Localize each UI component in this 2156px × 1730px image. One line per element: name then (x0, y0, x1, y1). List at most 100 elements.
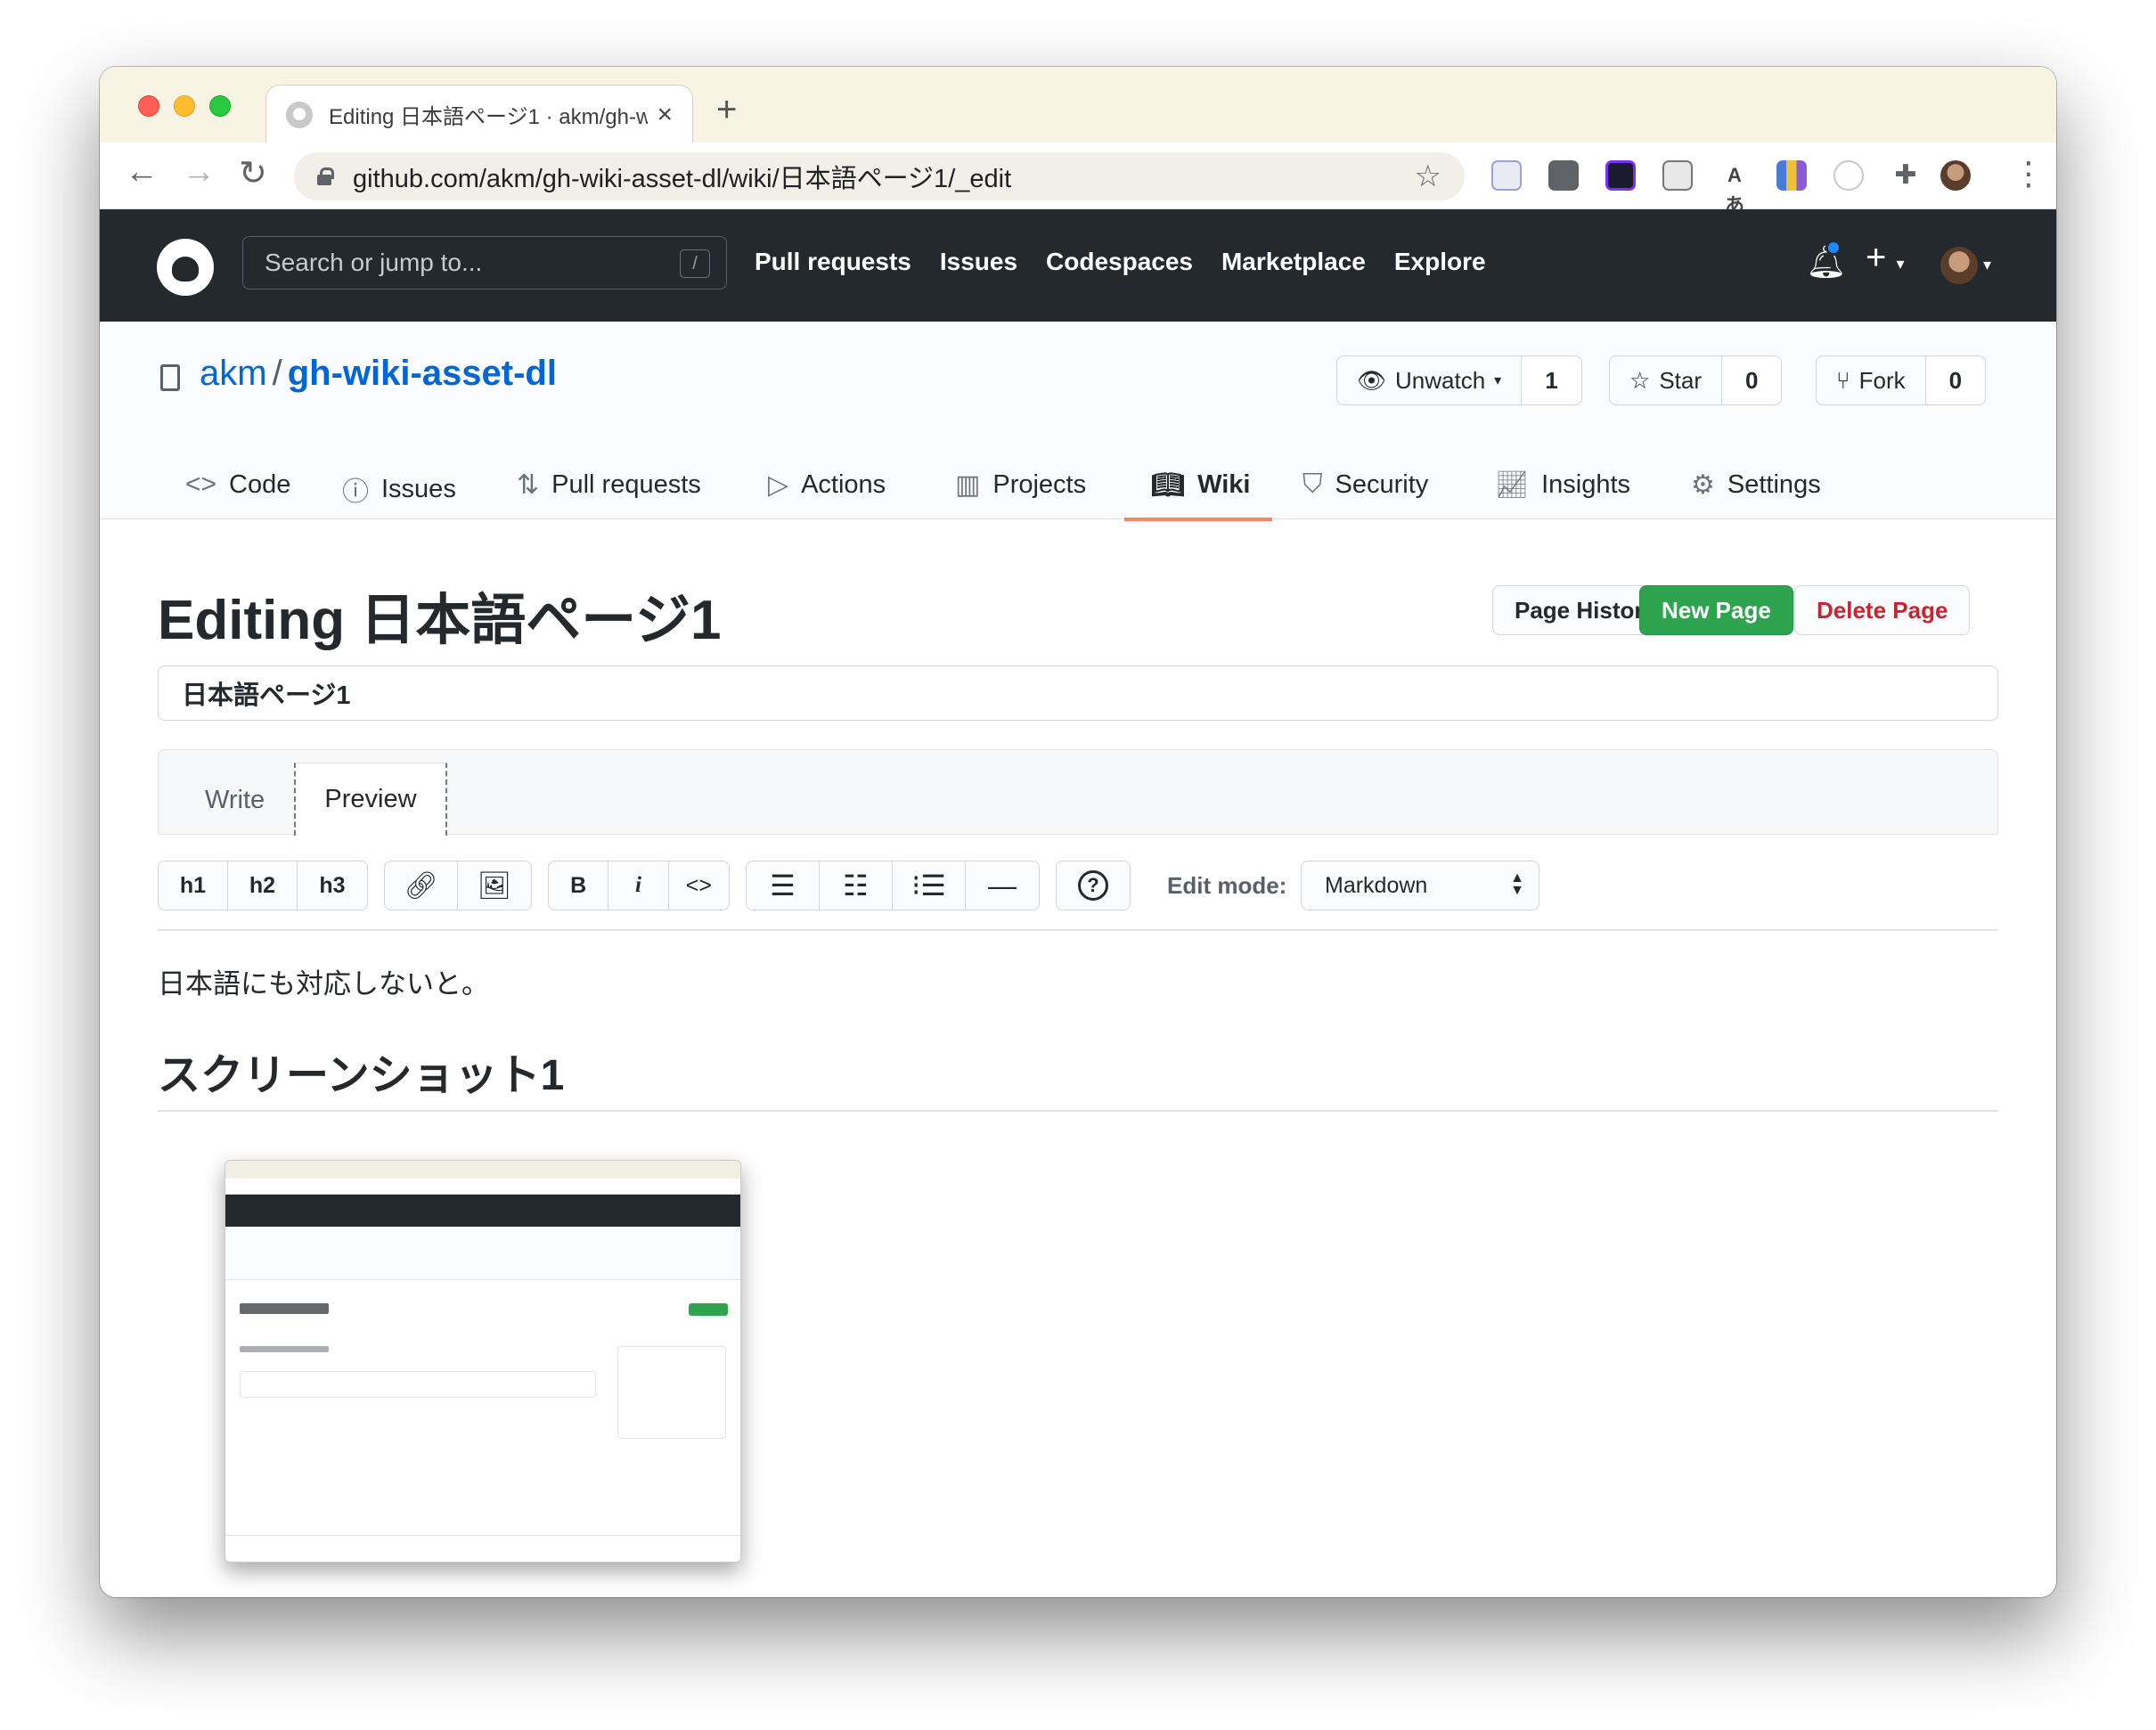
browser-toolbar: ← → ↻ github.com/akm/gh-wiki-asset-dl/wi… (100, 143, 2056, 216)
project-icon: ▥ (955, 470, 981, 500)
quote-icon[interactable]: ⁝☰ (893, 861, 966, 910)
bookmark-star-icon[interactable]: ☆ (1415, 159, 1441, 194)
graph-icon: 📈︎ (1495, 470, 1530, 500)
create-new-plus-icon[interactable]: + ▾ (1866, 238, 1905, 278)
page-title: Editing 日本語ページ1 (158, 590, 722, 651)
tab-settings[interactable]: ⚙ Settings (1691, 469, 1821, 501)
h2-button[interactable]: h2 (228, 861, 298, 910)
repo-header: akm / gh-wiki-asset-dl 👁︎ Unwatch ▾ 1 ☆ Star … (100, 322, 2056, 521)
new-page-button[interactable]: New Page (1639, 585, 1793, 635)
tab-strip: Editing 日本語ページ1 · akm/gh-wiki-asset-dl ×… (100, 67, 2056, 143)
user-avatar[interactable] (1940, 247, 1978, 284)
preview-heading: スクリーンショット1 (158, 1052, 565, 1099)
watch-count[interactable]: 1 (1522, 356, 1581, 404)
repo-owner-link[interactable]: akm (200, 354, 267, 393)
image-icon[interactable]: 🖼︎ (458, 861, 531, 910)
edit-mode-select[interactable]: Markdown ▲ ▼ (1301, 861, 1539, 910)
unwatch-button[interactable]: 👁︎ Unwatch ▾ (1337, 356, 1523, 404)
extension-icon[interactable] (1833, 160, 1864, 191)
tab-wiki[interactable]: 📖︎ Wiki (1151, 469, 1250, 501)
h1-button[interactable]: h1 (159, 861, 228, 910)
watch-button-group: 👁︎ Unwatch ▾ 1 (1336, 355, 1582, 405)
wiki-title-input[interactable]: 日本語ページ1 (158, 665, 1998, 721)
help-button-group: ? (1056, 861, 1131, 910)
bullet-list-icon[interactable]: ☰ (747, 861, 820, 910)
translate-extension-icon[interactable]: Aあ (1719, 160, 1750, 216)
calendar-extension-icon[interactable] (1662, 160, 1693, 191)
tab-insights[interactable]: 📈︎ Insights (1495, 469, 1630, 501)
tab-issues[interactable]: ⓘ Issues (342, 469, 456, 509)
close-tab-icon[interactable]: × (657, 100, 673, 130)
select-arrows-icon: ▲ ▼ (1510, 870, 1524, 898)
nav-marketplace[interactable]: Marketplace (1221, 248, 1366, 276)
bold-button[interactable]: B (549, 861, 609, 910)
repo-name-link[interactable]: gh-wiki-asset-dl (288, 354, 557, 393)
close-window-button[interactable] (138, 95, 159, 117)
star-count[interactable]: 0 (1722, 356, 1782, 404)
heading-button-group: h1 h2 h3 (158, 861, 368, 910)
code-icon: <> (185, 469, 217, 499)
nav-codespaces[interactable]: Codespaces (1046, 248, 1193, 276)
edit-mode-value: Markdown (1325, 872, 1428, 898)
chevron-down-icon[interactable]: ▾ (1983, 256, 1991, 274)
repo-nav: <> Code ⓘ Issues ⇅ Pull requests ▷ Actions ▥… (100, 455, 2056, 519)
preview-divider (158, 929, 1998, 931)
search-placeholder: Search or jump to... (265, 249, 483, 276)
search-input[interactable]: Search or jump to... / (242, 236, 727, 290)
tab-preview[interactable]: Preview (294, 763, 447, 836)
repo-icon (160, 364, 180, 391)
url-text: github.com/akm/gh-wiki-asset-dl/wiki/日本語… (353, 165, 1012, 193)
help-button[interactable]: ? (1057, 861, 1130, 910)
tab-write[interactable]: Write (205, 786, 265, 815)
browser-tab[interactable]: Editing 日本語ページ1 · akm/gh-wiki-asset-dl × (265, 85, 693, 143)
search-shortcut-badge: / (680, 249, 710, 278)
link-icon[interactable]: 🔗︎ (385, 861, 458, 910)
fork-button[interactable]: ⑂ Fork (1817, 356, 1926, 404)
play-icon: ▷ (768, 470, 789, 500)
eye-icon: 👁︎ (1357, 366, 1387, 394)
code-button[interactable]: <> (669, 861, 729, 910)
insert-button-group: 🔗︎ 🖼︎ (384, 861, 532, 910)
horizontal-rule-icon[interactable]: — (966, 861, 1039, 910)
tab-actions[interactable]: ▷ Actions (768, 469, 886, 501)
chevron-down-icon: ▾ (1494, 373, 1502, 388)
tab-code[interactable]: <> Code (185, 469, 290, 500)
h3-button[interactable]: h3 (298, 861, 367, 910)
extension-icon[interactable] (1548, 160, 1579, 191)
puzzle-extensions-icon[interactable]: ✚ (1891, 160, 1921, 191)
tab-projects[interactable]: ▥ Projects (955, 469, 1086, 501)
tab-pull-requests[interactable]: ⇅ Pull requests (517, 469, 701, 501)
editor-tabnav: Write Preview (158, 749, 1998, 836)
reload-icon[interactable]: ↻ (239, 153, 267, 193)
react-devtools-extension-icon[interactable] (1491, 160, 1522, 191)
back-arrow-icon[interactable]: ← (125, 153, 159, 192)
nav-explore[interactable]: Explore (1394, 248, 1486, 276)
github-favicon-icon (286, 101, 313, 128)
numbered-list-icon[interactable]: ☷ (820, 861, 893, 910)
address-bar[interactable]: github.com/akm/gh-wiki-asset-dl/wiki/日本語… (294, 152, 1465, 200)
nav-issues[interactable]: Issues (940, 248, 1017, 276)
lock-icon (317, 167, 334, 185)
github-logo-icon[interactable] (157, 239, 214, 296)
minimize-window-button[interactable] (174, 95, 195, 117)
new-tab-icon[interactable]: + (716, 90, 737, 130)
zoom-window-button[interactable] (209, 95, 231, 117)
forward-arrow-icon[interactable]: → (182, 153, 216, 192)
heading-divider (158, 1110, 1998, 1112)
extension-icon[interactable] (1605, 160, 1636, 191)
star-button-group: ☆ Star 0 (1609, 355, 1783, 405)
extension-icon[interactable] (1776, 160, 1807, 191)
profile-avatar[interactable] (1940, 160, 1971, 191)
repo-title: akm / gh-wiki-asset-dl (200, 354, 557, 393)
book-icon: 📖︎ (1151, 470, 1186, 500)
fork-count[interactable]: 0 (1925, 356, 1986, 404)
nav-pull-requests[interactable]: Pull requests (755, 248, 911, 276)
italic-button[interactable]: i (608, 861, 669, 910)
browser-menu-icon[interactable]: ⋮ (2013, 155, 2045, 192)
unread-notification-dot (1825, 240, 1842, 256)
delete-page-button[interactable]: Delete Page (1794, 585, 1971, 635)
star-button[interactable]: ☆ Star (1610, 356, 1722, 404)
format-button-group: B i <> (548, 861, 730, 910)
tab-security[interactable]: ⛉ Security (1303, 469, 1428, 500)
github-header: Search or jump to... / Pull requests Iss… (100, 209, 2056, 322)
